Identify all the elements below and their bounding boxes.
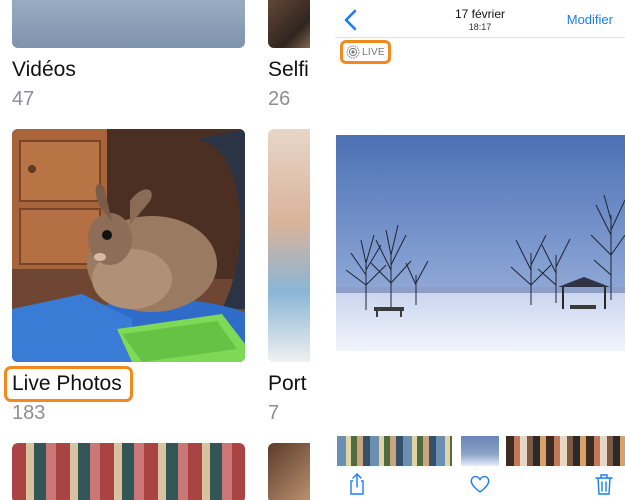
album-thumbnail-portrait[interactable] [268, 129, 310, 362]
album-thumbnail-next[interactable] [12, 443, 245, 500]
album-thumbnail-selfies[interactable] [268, 0, 310, 48]
live-photos-thumbnail-image [12, 129, 245, 362]
share-icon [350, 473, 364, 495]
photo-viewer: 17 février 18:17 Modifier LIVE [335, 0, 625, 500]
album-title-portrait[interactable]: Port [268, 372, 307, 396]
live-label: LIVE [362, 46, 385, 58]
album-count-videos: 47 [12, 88, 35, 110]
delete-button[interactable] [592, 472, 616, 496]
album-title-videos[interactable]: Vidéos [12, 58, 76, 82]
album-title-live-photos[interactable]: Live Photos [12, 372, 122, 396]
albums-panel: Vidéos 47 Selfi 26 Live Photos 183 Port … [0, 0, 310, 500]
album-count-selfies: 26 [268, 88, 291, 110]
live-badge[interactable]: LIVE [340, 40, 391, 64]
heart-icon [470, 475, 490, 493]
trash-icon [595, 474, 613, 495]
share-button[interactable] [345, 472, 369, 496]
viewer-toolbar [335, 468, 625, 500]
live-photo-icon [346, 45, 360, 59]
viewer-nav-bar: 17 février 18:17 Modifier [335, 0, 625, 38]
album-thumbnail-live-photos[interactable] [12, 129, 245, 362]
winter-landscape-image [336, 135, 625, 351]
album-count-live-photos: 183 [12, 402, 46, 424]
filmstrip-thumbnails-after[interactable] [506, 436, 625, 466]
photo-filmstrip[interactable] [335, 436, 625, 466]
album-thumbnail-next-2[interactable] [268, 443, 310, 500]
filmstrip-thumbnails-before[interactable] [337, 436, 452, 466]
edit-button[interactable]: Modifier [567, 12, 613, 27]
favorite-button[interactable] [468, 472, 492, 496]
album-count-portrait: 7 [268, 402, 280, 424]
main-photo[interactable] [336, 135, 625, 351]
album-title-selfies[interactable]: Selfi [268, 58, 309, 82]
album-thumbnail-videos[interactable] [12, 0, 245, 48]
filmstrip-current-thumbnail[interactable] [461, 436, 499, 466]
